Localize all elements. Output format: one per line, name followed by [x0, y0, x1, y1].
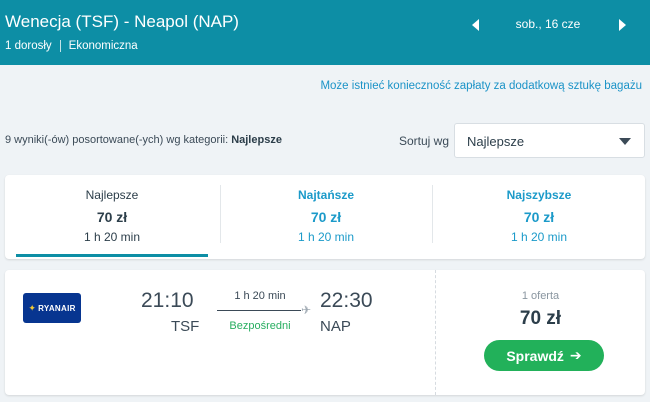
results-sort-category: Najlepsze: [231, 134, 282, 146]
tab-divider: [220, 185, 221, 243]
flight-duration: 1 h 20 min: [234, 290, 286, 302]
tab-label: Najszybsze: [506, 188, 572, 202]
passenger-count: 1 dorosły: [5, 40, 52, 52]
results-summary: 9 wyniki(-ów) posortowane(-ych) wg kateg…: [5, 134, 282, 146]
departure-date[interactable]: sob., 16 cze: [490, 17, 606, 31]
cabin-class: Ekonomiczna: [68, 40, 138, 52]
route-title[interactable]: Wenecja (TSF) - Neapol (NAP): [5, 12, 239, 32]
tab-label: Najtańsze: [297, 188, 355, 202]
departure-airport: TSF: [171, 318, 200, 335]
results-summary-text: 9 wyniki(-ów) posortowane(-ych) wg kateg…: [5, 134, 232, 146]
harp-icon: ✦: [28, 302, 37, 313]
arrow-right-icon: ➔: [569, 347, 582, 363]
tab-duration: 1 h 20 min: [297, 230, 355, 244]
chevron-down-icon: [619, 138, 631, 145]
tab-fastest[interactable]: Najszybsze 70 zł 1 h 20 min: [443, 185, 635, 255]
airline-name: RYANAIR: [38, 303, 76, 313]
tab-price: 70 zł: [523, 209, 555, 225]
check-button[interactable]: Sprawdź ➔: [484, 340, 604, 371]
tab-cheapest[interactable]: Najtańsze 70 zł 1 h 20 min: [230, 185, 422, 255]
tab-duration: 1 h 20 min: [510, 230, 568, 244]
offer-count: 1 oferta: [521, 290, 560, 302]
chevron-left-icon: [472, 19, 479, 31]
baggage-fee-link[interactable]: Może istnieć konieczność zapłaty za doda…: [320, 80, 642, 92]
tab-label: Najlepsze: [85, 188, 139, 202]
stops-label: Bezpośredni: [229, 320, 291, 332]
card-divider: [435, 270, 436, 395]
sort-selected-value: Najlepsze: [467, 134, 525, 149]
arrival-time: 22:30: [320, 289, 373, 312]
flight-price: 70 zł: [519, 308, 562, 329]
airline-logo: ✦ RYANAIR: [23, 293, 81, 323]
tab-price: 70 zł: [310, 209, 342, 225]
tab-divider: [432, 185, 433, 243]
tab-price: 70 zł: [96, 209, 128, 225]
previous-date-button[interactable]: [466, 17, 486, 33]
sort-tabs: Najlepsze 70 zł 1 h 20 min Najtańsze 70 …: [5, 175, 645, 259]
sort-dropdown[interactable]: Najlepsze: [454, 123, 645, 158]
plane-icon: ✈: [301, 303, 312, 317]
next-date-button[interactable]: [612, 17, 632, 33]
departure-time: 21:10: [141, 289, 194, 312]
trip-details[interactable]: 1 dorosły Ekonomiczna: [5, 40, 138, 52]
route-line: [217, 310, 301, 311]
search-header: Wenecja (TSF) - Neapol (NAP) 1 dorosły E…: [0, 0, 650, 65]
check-button-label: Sprawdź: [506, 347, 564, 364]
active-tab-indicator: [16, 254, 208, 257]
tab-best[interactable]: Najlepsze 70 zł 1 h 20 min: [16, 185, 208, 255]
tab-duration: 1 h 20 min: [83, 230, 141, 244]
details-divider: [59, 40, 61, 52]
arrival-airport: NAP: [320, 318, 351, 335]
chevron-right-icon: [619, 19, 626, 31]
sort-label: Sortuj wg: [399, 134, 450, 148]
flight-result-card[interactable]: ✦ RYANAIR 21:10 TSF 1 h 20 min ✈ Bezpośr…: [5, 270, 645, 395]
